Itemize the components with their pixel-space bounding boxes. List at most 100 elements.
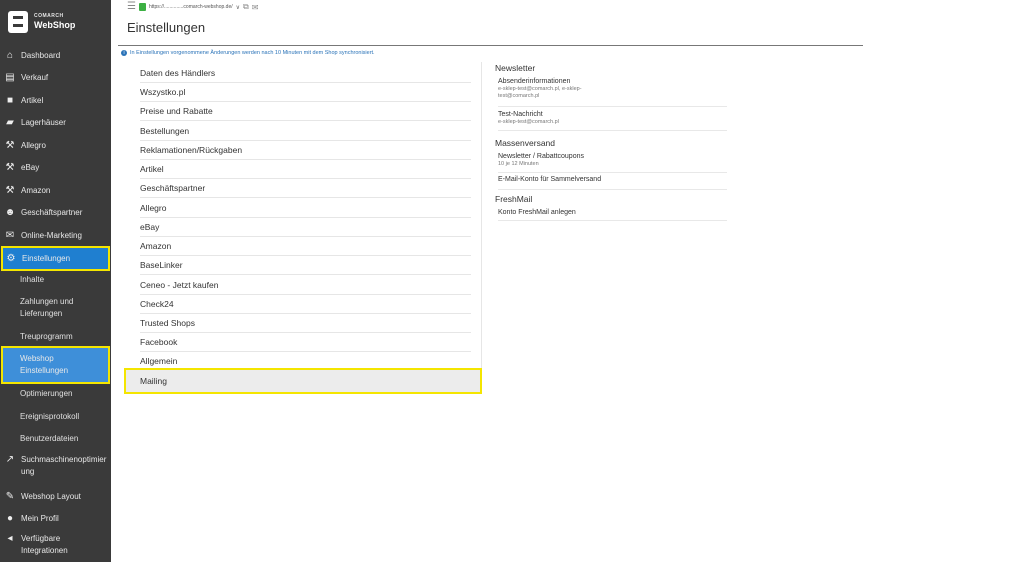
settings-menu-item-mailing[interactable]: Mailing [124,368,482,394]
settings-menu-item[interactable]: Bestellungen [140,122,471,141]
info-text: In Einstellungen vorgenommene Änderungen… [130,50,375,56]
settings-menu-item[interactable]: Geschäftspartner [140,179,471,198]
sidebar-item-label: Lagerhäuser [21,117,66,127]
sidebar-item-ebay[interactable]: ⚒ eBay [0,160,111,174]
section-title-newsletter: Newsletter [495,63,536,73]
gavel-icon: ⚒ [5,139,15,151]
settings-menu-item[interactable]: Artikel [140,160,471,179]
sidebar-item-label: Webshop Layout [21,491,81,501]
info-icon: i [121,50,127,56]
gavel-icon: ⚒ [5,161,15,173]
page-title: Einstellungen [127,20,206,35]
bulk-mail-account-item[interactable]: E-Mail-Konto für Sammelversand [498,176,727,190]
settings-menu-item[interactable]: eBay [140,218,471,237]
settings-menu-item[interactable]: BaseLinker [140,256,471,275]
sidebar: COMARCH WebShop ⌂ Dashboard ▤ Verkauf ■ … [0,0,111,562]
sidebar-item-online-marketing[interactable]: ✉ Online-Marketing [0,228,111,242]
settings-menu-item[interactable]: Reklamationen/Rückgaben [140,141,471,160]
users-icon: ☻ [4,206,16,218]
topbar: ☰ https://..............comarch-webshop.… [127,2,258,12]
sidebar-item-label: Artikel [21,95,44,105]
mail-icon[interactable]: ✉ [252,3,259,12]
test-message-item[interactable]: Test-Nachricht e-sklep-test@comarch.pl [498,111,727,131]
settings-menu-item[interactable]: Wszystko.pl [140,83,471,102]
item-subtext: test@comarch.pl [498,93,540,99]
sidebar-item-amazon[interactable]: ⚒ Amazon [0,183,111,197]
settings-menu: Daten des Händlers Wszystko.pl Preise un… [124,62,482,394]
home-icon: ⌂ [6,49,14,61]
sidebar-item-webshop-layout[interactable]: ✎ Webshop Layout [0,489,111,503]
settings-menu-item[interactable]: Trusted Shops [140,314,471,333]
lock-icon [138,3,146,11]
sidebar-subitem-ereignisprotokoll[interactable]: Ereignisprotokoll [20,411,108,423]
sender-info-item[interactable]: Absenderinformationen e-sklep-test@comar… [498,78,727,107]
brush-icon: ✎ [5,490,15,502]
chart-icon: ↗ [5,454,15,465]
item-label: Absenderinformationen [498,78,571,85]
settings-menu-item[interactable]: Amazon [140,237,471,256]
settings-menu-item[interactable]: Daten des Händlers [140,64,471,83]
share-icon: ◂ [7,533,13,544]
settings-menu-item[interactable]: Facebook [140,333,471,352]
sidebar-subitem-benutzerdateien[interactable]: Benutzerdateien [20,433,108,445]
item-subtext: 10 je 12 Minuten [498,161,539,167]
sidebar-item-label: Mein Profil [21,513,59,523]
user-icon: ● [6,512,14,524]
box-icon: ■ [6,94,14,106]
settings-menu-item[interactable]: Check24 [140,295,471,314]
sidebar-subitem-treuprogramm[interactable]: Treuprogramm [20,331,108,343]
sidebar-item-label: Webshop Einstellungen [20,354,69,375]
item-label: Newsletter / Rabattcoupons [498,153,584,160]
gavel-icon: ⚒ [5,184,15,196]
sidebar-item-label: Dashboard [21,50,61,60]
sidebar-subitem-zahlungen[interactable]: Zahlungen und Lieferungen [20,296,108,320]
sidebar-item-label: Amazon [21,185,51,195]
sidebar-item-geschaeftspartner[interactable]: ☻ Geschäftspartner [0,205,111,219]
sidebar-item-artikel[interactable]: ■ Artikel [0,93,111,107]
sidebar-subitem-webshop-einstellungen[interactable]: Webshop Einstellungen [1,346,110,384]
newsletter-coupons-item[interactable]: Newsletter / Rabattcoupons 10 je 12 Minu… [498,153,727,173]
sidebar-item-mein-profil[interactable]: ● Mein Profil [0,511,111,525]
document-icon: ▤ [5,71,15,83]
envelope-icon: ✉ [5,229,15,241]
sidebar-item-label: Geschäftspartner [21,207,83,217]
sidebar-item-integrationen[interactable]: ◂ Verfügbare Integrationen [0,533,111,559]
chevron-down-icon[interactable]: ∨ [236,4,240,11]
info-message: i In Einstellungen vorgenommene Änderung… [121,50,375,56]
sidebar-item-label: Allegro [21,140,46,150]
item-label: Test-Nachricht [498,111,543,118]
hamburger-menu-icon[interactable]: ☰ [127,2,136,12]
sidebar-item-label: Suchmaschinenoptimierung [21,455,107,476]
truck-icon: ▰ [6,116,14,128]
section-title-massenversand: Massenversand [495,138,556,148]
sidebar-item-label: Online-Marketing [21,230,82,240]
sidebar-item-label: Verkauf [21,72,49,82]
sidebar-item-verkauf[interactable]: ▤ Verkauf [0,70,111,84]
item-label: Konto FreshMail anlegen [498,209,576,216]
settings-menu-item[interactable]: Preise und Rabatte [140,102,471,121]
item-label: E-Mail-Konto für Sammelversand [498,176,602,183]
selected-arrow-icon [470,374,476,388]
sidebar-item-seo[interactable]: ↗ Suchmaschinenoptimierung [0,454,111,480]
sidebar-item-label: Verfügbare Integrationen [21,534,68,555]
section-title-freshmail: FreshMail [495,194,533,204]
sidebar-subitem-optimierungen[interactable]: Optimierungen [20,388,108,400]
settings-menu-item[interactable]: Ceneo - Jetzt kaufen [140,276,471,295]
shop-url[interactable]: https://..............comarch-webshop.de… [149,4,233,10]
logo[interactable]: COMARCH WebShop [0,0,111,44]
item-subtext: e-sklep-test@comarch.pl, e-sklep- [498,86,582,92]
sidebar-item-label: Einstellungen [22,254,71,263]
freshmail-create-account-item[interactable]: Konto FreshMail anlegen [498,209,727,221]
sidebar-item-lagerhaeuser[interactable]: ▰ Lagerhäuser [0,115,111,129]
logo-big-text: WebShop [34,20,76,30]
item-subtext: e-sklep-test@comarch.pl [498,119,559,125]
title-divider [118,45,863,46]
sidebar-item-einstellungen[interactable]: ⚙ Einstellungen [1,246,110,271]
sidebar-item-dashboard[interactable]: ⌂ Dashboard [0,48,111,62]
settings-menu-item[interactable]: Allegro [140,199,471,218]
sidebar-item-allegro[interactable]: ⚒ Allegro [0,138,111,152]
external-link-icon[interactable]: ⧉ [243,2,249,12]
sidebar-subitem-inhalte[interactable]: Inhalte [20,274,108,286]
sidebar-item-label: eBay [21,162,40,172]
gear-icon: ⚙ [6,253,16,264]
